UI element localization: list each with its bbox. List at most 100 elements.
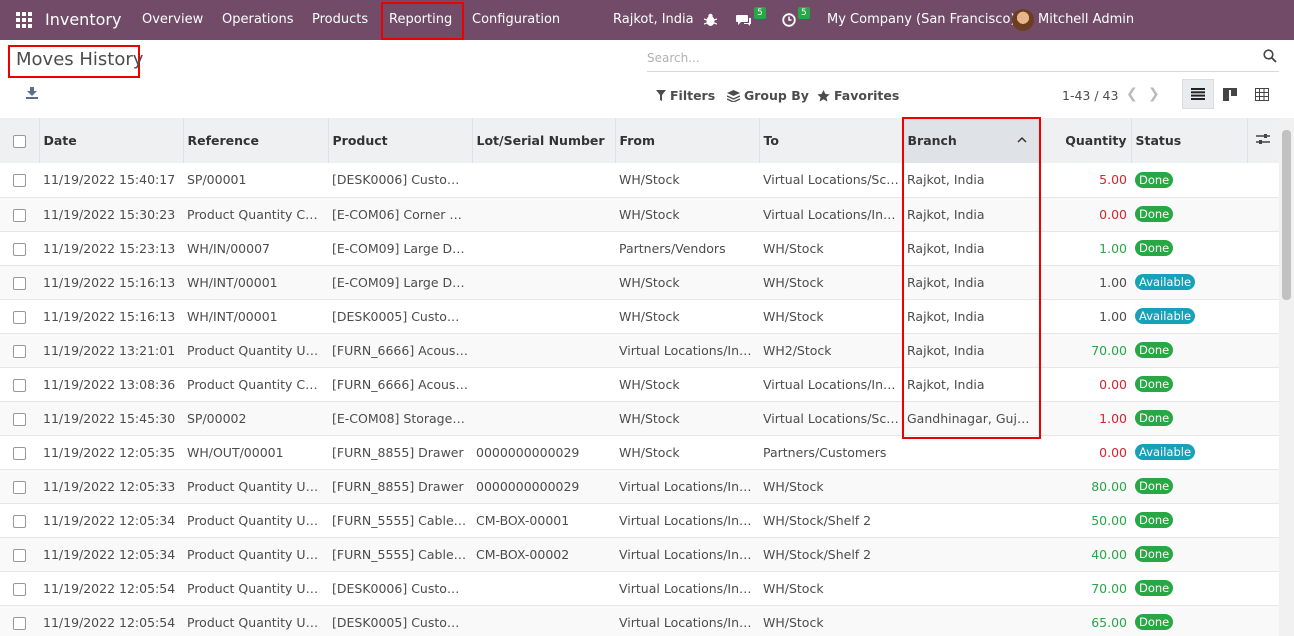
col-quantity[interactable]: Quantity xyxy=(1039,118,1132,163)
branch-switcher[interactable]: Rajkot, India xyxy=(613,12,694,27)
table-row[interactable]: 11/19/2022 12:05:34 Product Quantity Upda… xyxy=(0,537,1279,571)
table-row[interactable]: 11/19/2022 15:16:13 WH/INT/00001 [E-COM09]… xyxy=(0,265,1279,299)
pager-previous-icon[interactable]: ❮ xyxy=(1126,86,1138,102)
table-row[interactable]: 11/19/2022 15:40:17 SP/00001 [DESK0006] Cu… xyxy=(0,163,1279,197)
row-checkbox[interactable] xyxy=(13,548,26,562)
table-row[interactable]: 11/19/2022 12:05:54 Product Quantity Upda… xyxy=(0,571,1279,605)
cell-product: [DESK0005] Customized Desk xyxy=(332,614,472,630)
row-checkbox[interactable] xyxy=(13,310,26,324)
user-menu[interactable]: Mitchell Admin xyxy=(1038,12,1134,27)
cell-branch xyxy=(903,435,1039,469)
row-checkbox[interactable] xyxy=(13,344,26,358)
table-row[interactable]: 11/19/2022 15:30:23 Product Quantity Conf… xyxy=(0,197,1279,231)
col-from[interactable]: From xyxy=(615,118,760,163)
row-checkbox[interactable] xyxy=(13,616,26,630)
user-avatar[interactable] xyxy=(1012,9,1034,31)
cell-spacer xyxy=(1247,571,1279,605)
cell-reference: Product Quantity Updated xyxy=(187,478,328,494)
search-icon[interactable] xyxy=(1263,49,1277,63)
cell-lot xyxy=(472,163,615,197)
cell-to: WH/Stock/Shelf 2 xyxy=(763,546,872,562)
row-select-cell xyxy=(0,571,39,605)
cell-product: [FURN_8855] Drawer xyxy=(332,478,464,494)
row-checkbox[interactable] xyxy=(13,242,26,256)
cell-date: 11/19/2022 12:05:34 xyxy=(43,546,176,562)
pager-value[interactable]: 1-43 / 43 xyxy=(1062,88,1118,103)
pivot-view-button[interactable] xyxy=(1246,79,1278,109)
grid-view-icon xyxy=(1255,87,1269,101)
cell-status: Done xyxy=(1131,537,1247,571)
table-row[interactable]: 11/19/2022 12:05:33 Product Quantity Upda… xyxy=(0,469,1279,503)
col-product[interactable]: Product xyxy=(328,118,473,163)
cell-from: Virtual Locations/Inventory adjustment xyxy=(619,342,759,358)
bug-icon[interactable] xyxy=(704,13,717,27)
scrollbar[interactable] xyxy=(1279,118,1294,636)
table-row[interactable]: 11/19/2022 12:05:54 Product Quantity Upda… xyxy=(0,605,1279,636)
table-row[interactable]: 11/19/2022 12:05:34 Product Quantity Upda… xyxy=(0,503,1279,537)
row-checkbox[interactable] xyxy=(13,174,26,188)
favorites-button[interactable]: Favorites xyxy=(817,88,899,103)
cell-date: 11/19/2022 12:05:54 xyxy=(43,614,176,630)
table-row[interactable]: 11/19/2022 15:16:13 WH/INT/00001 [DESK0005… xyxy=(0,299,1279,333)
download-icon[interactable] xyxy=(26,87,38,99)
cell-spacer xyxy=(1247,333,1279,367)
cell-product: [FURN_5555] Cable Management Box xyxy=(332,512,472,528)
pager-next-icon[interactable]: ❯ xyxy=(1148,86,1160,102)
row-checkbox[interactable] xyxy=(13,378,26,392)
cell-lot xyxy=(472,265,615,299)
table-row[interactable]: 11/19/2022 15:45:30 SP/00002 [E-COM08] Sto… xyxy=(0,401,1279,435)
row-checkbox[interactable] xyxy=(13,208,26,222)
row-checkbox[interactable] xyxy=(13,446,26,460)
row-checkbox[interactable] xyxy=(13,514,26,528)
cell-reference: WH/INT/00001 xyxy=(187,308,278,324)
cell-branch: Rajkot, India xyxy=(907,376,985,392)
menu-configuration[interactable]: Configuration xyxy=(472,12,560,27)
table-row[interactable]: 11/19/2022 13:08:36 Product Quantity Conf… xyxy=(0,367,1279,401)
clock-icon[interactable] xyxy=(782,13,796,27)
col-status[interactable]: Status xyxy=(1131,118,1248,163)
list-view-button[interactable] xyxy=(1182,79,1214,109)
col-branch[interactable]: Branch xyxy=(903,118,1040,163)
cell-date: 11/19/2022 12:05:54 xyxy=(43,580,176,596)
cell-to: WH/Stock/Shelf 2 xyxy=(763,512,872,528)
select-all-checkbox[interactable] xyxy=(12,135,26,148)
table-row[interactable]: 11/19/2022 13:21:01 Product Quantity Upda… xyxy=(0,333,1279,367)
cell-reference: Product Quantity Confirmed xyxy=(187,206,328,222)
cell-branch: Gandhinagar, Gujarat xyxy=(907,410,1039,426)
favorites-label: Favorites xyxy=(834,88,900,103)
column-settings-icon[interactable] xyxy=(1256,133,1271,145)
filters-button[interactable]: Filters xyxy=(656,88,715,103)
kanban-view-button[interactable] xyxy=(1214,79,1246,109)
table-header: Date Reference Product Lot/Serial Number… xyxy=(0,118,1279,163)
row-checkbox[interactable] xyxy=(13,412,26,426)
col-lot[interactable]: Lot/Serial Number xyxy=(472,118,616,163)
row-checkbox[interactable] xyxy=(13,276,26,290)
table-row[interactable]: 11/19/2022 15:23:13 WH/IN/00007 [E-COM09] … xyxy=(0,231,1279,265)
groupby-button[interactable]: Group By xyxy=(727,88,809,103)
company-switcher[interactable]: My Company (San Francisco) xyxy=(827,12,1015,27)
apps-menu-icon[interactable] xyxy=(16,12,32,28)
cell-date: 11/19/2022 13:08:36 xyxy=(43,376,176,392)
cell-status: Done xyxy=(1131,401,1247,435)
cell-to: Virtual Locations/Scrap xyxy=(763,172,903,188)
cell-product: [E-COM06] Corner Desk xyxy=(332,206,472,222)
search-input[interactable] xyxy=(647,46,1247,70)
menu-overview[interactable]: Overview xyxy=(142,12,203,27)
status-badge: Done xyxy=(1135,512,1174,528)
app-name[interactable]: Inventory xyxy=(45,10,121,29)
row-checkbox[interactable] xyxy=(13,480,26,494)
row-checkbox[interactable] xyxy=(13,582,26,596)
chat-icon[interactable] xyxy=(736,13,752,27)
cell-status: Available xyxy=(1131,435,1247,469)
cell-branch: Rajkot, India xyxy=(907,308,985,324)
scrollbar-thumb[interactable] xyxy=(1282,130,1291,300)
row-select-cell xyxy=(0,299,39,333)
col-reference[interactable]: Reference xyxy=(183,118,329,163)
page-title: Moves History xyxy=(16,49,144,70)
menu-products[interactable]: Products xyxy=(312,12,368,27)
col-date[interactable]: Date xyxy=(39,118,184,163)
cell-branch xyxy=(903,503,1039,537)
col-to[interactable]: To xyxy=(759,118,904,163)
menu-operations[interactable]: Operations xyxy=(222,12,293,27)
table-row[interactable]: 11/19/2022 12:05:35 WH/OUT/00001 [FURN_885… xyxy=(0,435,1279,469)
